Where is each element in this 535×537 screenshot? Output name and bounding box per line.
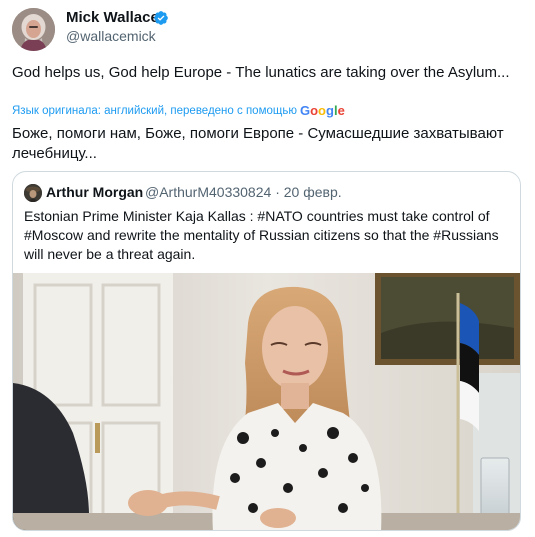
quoted-tweet-text: Estonian Prime Minister Kaja Kallas : #N…: [24, 208, 499, 262]
quoted-author-name[interactable]: Arthur Morgan: [46, 184, 143, 200]
verified-badge-icon: [154, 11, 168, 25]
quoted-tweet-image[interactable]: [13, 273, 520, 530]
quoted-author-avatar: [24, 184, 42, 202]
author-handle[interactable]: @wallacemick: [66, 28, 156, 44]
quoted-meta: @ArthurM40330824 · 20 февр.: [145, 184, 342, 200]
translation-note-text: Язык оригинала: английский, переведено с…: [12, 104, 297, 117]
author-name[interactable]: Mick Wallace: [66, 9, 159, 26]
meta-separator: ·: [275, 184, 280, 200]
quoted-tweet[interactable]: Arthur Morgan @ArthurM40330824 · 20 февр…: [12, 171, 521, 531]
translation-note[interactable]: Язык оригинала: английский, переведено с…: [12, 103, 345, 118]
tweet-text: God helps us, God help Europe - The luna…: [12, 64, 510, 81]
quoted-date[interactable]: 20 февр.: [284, 184, 342, 200]
google-logo: Google: [299, 103, 345, 118]
translated-text: Боже, помоги нам, Боже, помоги Европе - …: [12, 125, 504, 162]
quoted-author-handle[interactable]: @ArthurM40330824: [145, 184, 271, 200]
author-avatar[interactable]: [12, 8, 55, 51]
tweet-card: Mick Wallace @wallacemick God helps us, …: [0, 0, 535, 537]
